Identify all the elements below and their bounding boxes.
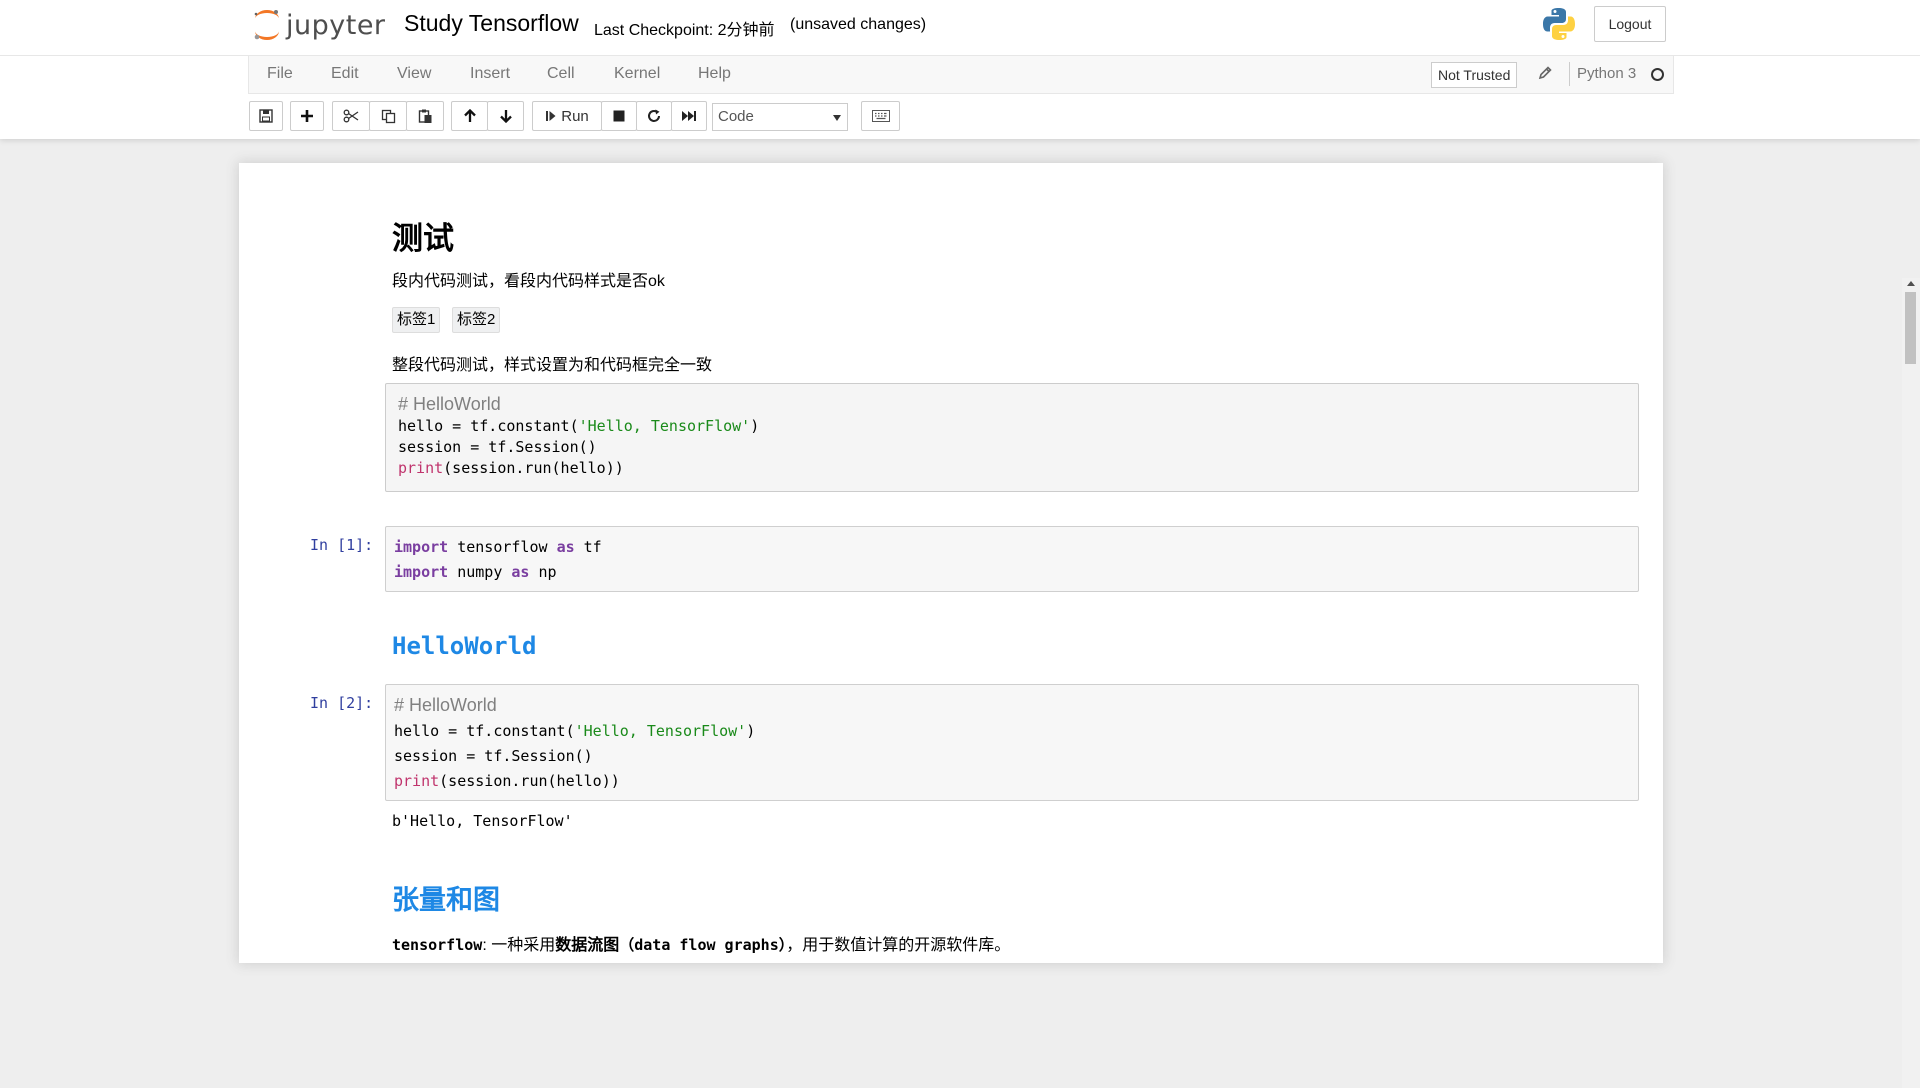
bold-text: 数据流图 [555,937,620,954]
cell-2-prompt: In [2]: [310,694,374,712]
jupyter-logo-icon [254,10,279,40]
cut-icon [343,109,359,123]
checkpoint-status: Last Checkpoint: 2分钟前 [594,22,775,39]
block-code-text: 整段代码测试，样式设置为和代码框完全一致 [392,357,713,374]
pencil-icon[interactable] [1537,65,1553,81]
tensorflow-description: tensorflow: 一种采用数据流图（data flow graphs），用… [392,931,1010,955]
heading-helloworld: HelloWorld [392,632,537,660]
menu-view[interactable]: View [397,65,431,83]
vertical-scrollbar[interactable] [1902,278,1920,1088]
copy-icon [381,109,395,123]
copy-button[interactable] [369,101,407,131]
code-keyword: import [394,563,449,581]
cell-type-value: Code [718,108,754,125]
code-line: numpy [448,563,512,581]
code-line: session = tf.Session() [394,747,593,765]
cell-type-select[interactable]: Code [712,103,848,131]
menu-cell[interactable]: Cell [547,65,575,83]
notebook-area: 测试 段内代码测试，看段内代码样式是否ok 标签1 标签2 整段代码测试，样式设… [0,139,1920,1088]
scrollbar-thumb[interactable] [1905,292,1916,364]
logout-button[interactable]: Logout [1594,6,1666,42]
insert-cell-button[interactable] [290,101,324,131]
chevron-down-icon [833,115,841,121]
code-builtin: print [398,459,444,477]
inline-code-text: 段内代码测试，看段内代码样式是否ok [392,273,665,290]
notebook-name[interactable]: Study Tensorflow [404,10,579,37]
code-line: ) [746,722,756,740]
paste-icon [418,109,431,123]
code-line: np [529,563,557,581]
notebook-header: jupyter Study Tensorflow Last Checkpoint… [0,0,1920,139]
code-line: hello = tf.constant( [394,722,575,740]
menu-file[interactable]: File [267,65,293,83]
kernel-idle-indicator [1651,68,1664,81]
code-line: (session.run(hello)) [443,459,624,477]
restart-icon [648,109,660,122]
code-builtin: print [394,772,440,790]
code-keyword: as [556,538,575,556]
code-line: hello = tf.constant( [398,417,579,435]
code-keyword: import [394,538,449,556]
markdown-code-block: # HelloWorld hello = tf.constant('Hello,… [385,383,1639,492]
code-line: (session.run(hello)) [439,772,620,790]
code-cell-1-input[interactable]: import tensorflow as tf import numpy as … [385,526,1639,592]
restart-button[interactable] [636,101,672,131]
autosave-status: (unsaved changes) [790,16,927,33]
menu-kernel[interactable]: Kernel [614,65,660,83]
code-comment: # HelloWorld [398,394,501,414]
cell-2-output: b'Hello, TensorFlow' [392,812,573,830]
cell-1-prompt: In [1]: [310,536,374,554]
jupyter-logo[interactable]: jupyter [252,7,386,43]
code-line: tensorflow [448,538,557,556]
menu-insert[interactable]: Insert [470,65,510,83]
menubar: File Edit View Insert Cell Kernel Help N… [248,56,1674,94]
toolbar: Run Code [0,101,1920,135]
code-cell-2-input[interactable]: # HelloWorld hello = tf.constant('Hello,… [385,684,1639,801]
run-icon [546,111,556,121]
command-palette-button[interactable] [861,101,900,131]
code-string: 'Hello, TensorFlow' [574,722,747,740]
inline-code: （data flow graphs） [619,936,787,954]
arrow-up-icon [463,109,476,122]
python-logo-icon [1543,8,1575,40]
description-text: ，用于数值计算的开源软件库。 [786,937,1011,954]
interrupt-button[interactable] [601,101,637,131]
plus-icon [301,110,313,122]
description-text: : 一种采用 [482,937,556,954]
run-label: Run [561,107,589,125]
tag-2: 标签2 [452,307,501,333]
code-line: session = tf.Session() [398,438,597,456]
arrow-down-icon [499,110,512,123]
keyboard-icon [871,110,890,122]
menu-edit[interactable]: Edit [331,65,359,83]
move-down-button[interactable] [487,101,524,131]
jupyter-logo-text: jupyter [286,9,386,41]
kernel-separator [1569,62,1570,86]
code-keyword: as [511,563,530,581]
save-icon [259,109,273,123]
restart-run-all-button[interactable] [671,101,707,131]
code-comment: # HelloWorld [394,695,497,715]
tag-1: 标签1 [392,307,441,333]
code-line: tf [574,538,602,556]
code-string: 'Hello, TensorFlow' [578,417,751,435]
kernel-name: Python 3 [1577,65,1637,82]
heading-tensor-graph: 张量和图 [392,885,500,916]
run-button[interactable]: Run [532,101,602,131]
save-button[interactable] [249,101,283,131]
fast-forward-icon [682,111,696,121]
top-bar: jupyter Study Tensorflow Last Checkpoint… [0,0,1920,56]
cut-button[interactable] [332,101,370,131]
not-trusted-button[interactable]: Not Trusted [1431,62,1518,88]
paste-button[interactable] [406,101,444,131]
notebook-container: 测试 段内代码测试，看段内代码样式是否ok 标签1 标签2 整段代码测试，样式设… [239,163,1663,963]
heading-test: 测试 [392,221,454,257]
scroll-up-arrow-icon[interactable] [1907,281,1915,286]
code-line: ) [750,417,760,435]
move-up-button[interactable] [451,101,488,131]
stop-icon [613,110,625,122]
menu-help[interactable]: Help [698,65,731,83]
inline-code: tensorflow [392,936,483,954]
